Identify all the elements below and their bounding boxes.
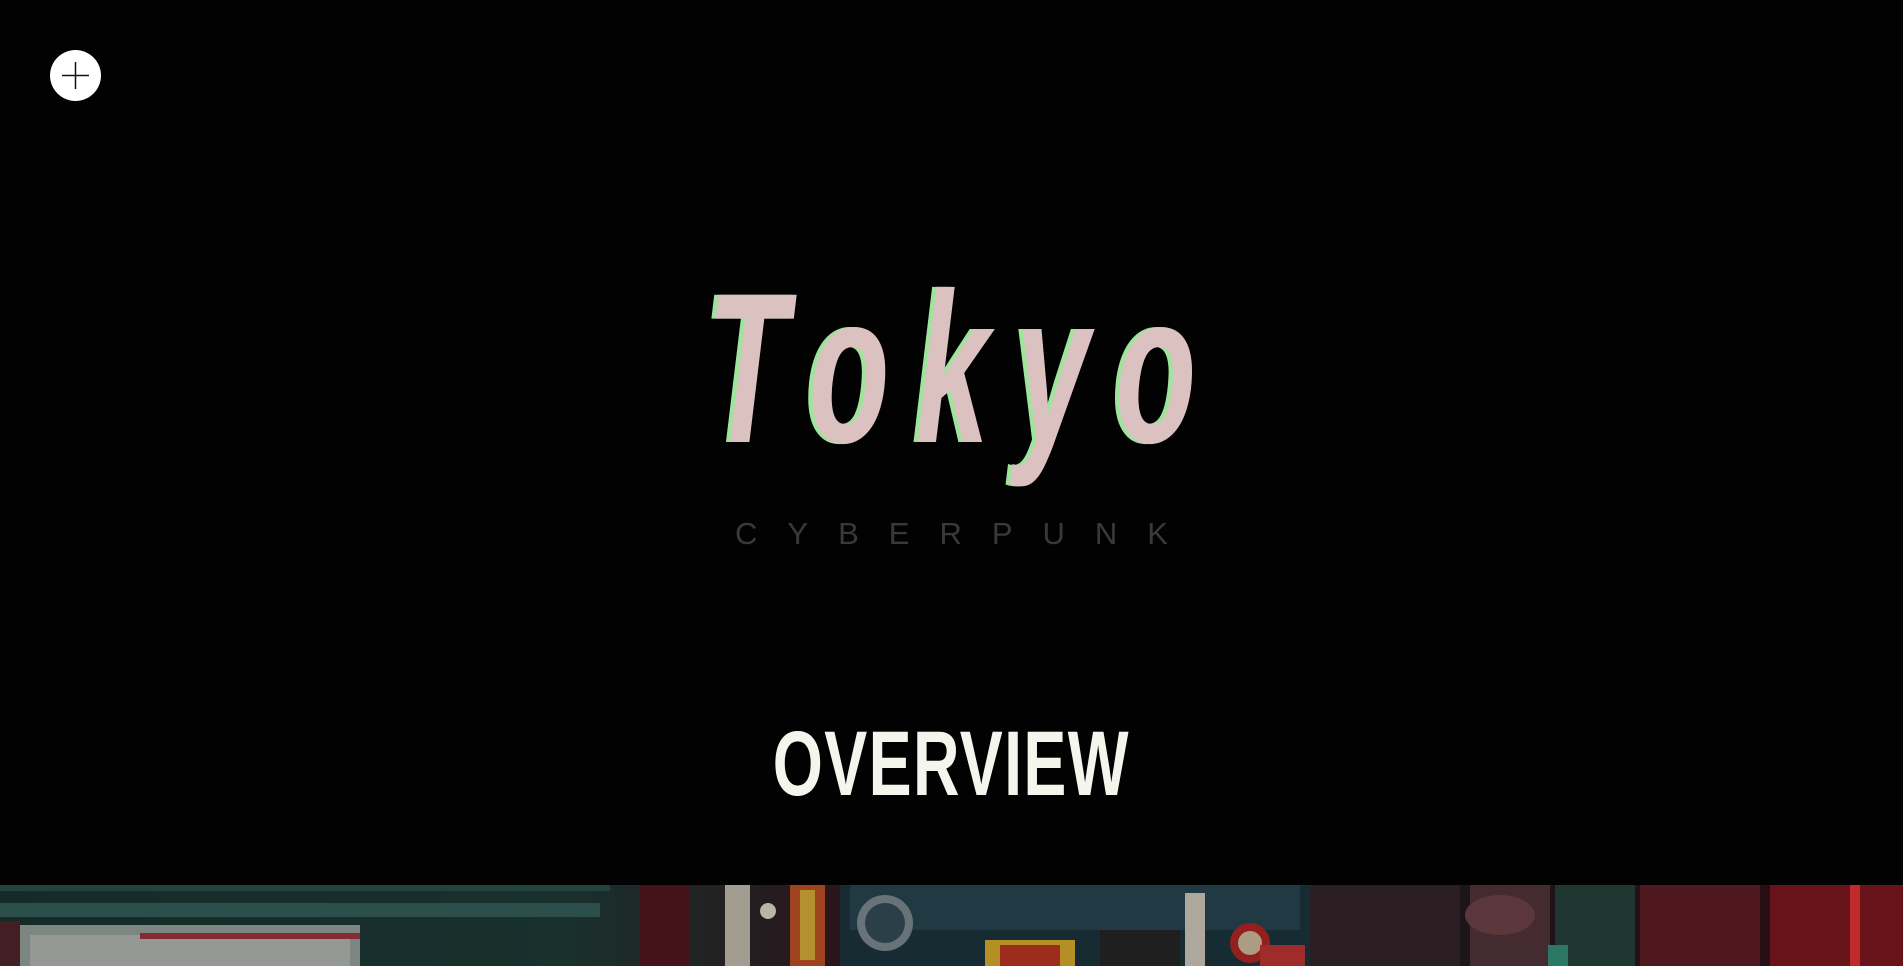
overview-heading: OVERVIEW (772, 713, 1130, 815)
city-street-photo (0, 885, 1903, 966)
hero-subtitle: CYBERPUNK (735, 516, 1198, 551)
plus-icon (62, 62, 89, 89)
hero-title: Tokyo (706, 249, 1223, 488)
hero-section: Tokyo CYBERPUNK OVERVIEW (0, 0, 1903, 885)
menu-toggle-button[interactable] (50, 50, 101, 101)
